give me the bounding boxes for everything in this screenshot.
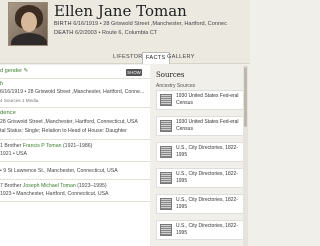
divider	[0, 161, 150, 162]
birth-event-text: 6/16/1919 • 28 Griswold Street ,Manchest…	[0, 89, 145, 95]
document-thumbnail-icon	[160, 94, 172, 106]
birth-event-label: h	[0, 81, 4, 87]
scrollbar-thumb[interactable]	[244, 67, 247, 127]
source-title[interactable]: U.S., City Directories, 1822-1995	[176, 171, 242, 184]
birth-value: 6/16/1919 • 28 Griswold Street ,Manchest…	[73, 21, 227, 27]
residence-event-label: dence	[0, 110, 16, 116]
source-title[interactable]: U.S., City Directories, 1822-1995	[176, 223, 242, 236]
death-label: DEATH	[54, 30, 74, 36]
source-title[interactable]: U.S., City Directories, 1822-1995	[176, 145, 242, 158]
birth-label: BIRTH	[54, 21, 72, 27]
divider	[0, 78, 150, 79]
source-card[interactable]: U.S., City Directories, 1822-1995	[156, 142, 244, 162]
birth-sources-count[interactable]: 4 Sources 1 Media	[0, 98, 38, 103]
brother-place: 1923 • Manchester, Hartford, Connecticut…	[0, 191, 109, 197]
edit-gender-link[interactable]: d gender ✎	[0, 68, 28, 74]
residence-event-text: 28 Griswold Street ,Manchester, Hartford…	[0, 119, 138, 125]
divider	[0, 201, 150, 202]
source-card[interactable]: U.S., City Directories, 1822-1995	[156, 194, 244, 214]
divider	[0, 139, 150, 140]
document-thumbnail-icon	[160, 120, 172, 132]
divider	[0, 107, 150, 108]
death-summary: DEATH 6/2/2003 • Route 6, Columbia CT	[54, 30, 157, 36]
ancestry-sources-subtitle: Ancestry Sources	[156, 83, 196, 89]
sources-panel: Sources Ancestry Sources 1930 United Sta…	[152, 65, 250, 246]
birth-summary: BIRTH 6/16/1919 • 28 Griswold Street ,Ma…	[54, 21, 227, 27]
residence-address: • 9 St Lawrence St., Manchester, Connect…	[0, 168, 118, 174]
brother-event: 1 Brother Francis P Toman (1921–1986)	[0, 143, 92, 149]
profile-tabs: LIFESTORY FACTS GALLERY	[0, 50, 250, 64]
document-thumbnail-icon	[160, 146, 172, 158]
divider	[0, 179, 150, 180]
document-thumbnail-icon	[160, 224, 172, 236]
document-thumbnail-icon	[160, 198, 172, 210]
scrollbar[interactable]	[243, 65, 248, 246]
sources-title: Sources	[156, 71, 185, 79]
person-name: Ellen Jane Toman	[54, 2, 187, 20]
brother-prefix: 7 Brother	[0, 183, 23, 189]
source-card[interactable]: U.S., City Directories, 1822-1995	[156, 168, 244, 188]
source-title[interactable]: U.S., City Directories, 1822-1995	[176, 197, 242, 210]
brother-prefix: 1 Brother	[0, 143, 23, 149]
brother-years: (1921–1986)	[61, 143, 93, 149]
brother-francis-link[interactable]: Francis P Toman	[23, 143, 62, 149]
person-portrait[interactable]	[8, 2, 48, 46]
source-title[interactable]: 1930 United States Fed-eral Census	[176, 119, 242, 132]
person-header: Ellen Jane Toman BIRTH 6/16/1919 • 28 Gr…	[0, 0, 250, 50]
source-card[interactable]: 1930 United States Fed-eral Census	[156, 116, 244, 136]
brother-joseph-link[interactable]: Joseph Michael Toman	[23, 183, 76, 189]
show-dropdown-button[interactable]: SHOW ▾	[126, 69, 142, 82]
facts-panel: d gender ✎ SHOW ▾ h 6/16/1919 • 28 Grisw…	[0, 65, 150, 246]
document-thumbnail-icon	[160, 172, 172, 184]
source-card[interactable]: 1930 United States Fed-eral Census	[156, 90, 244, 110]
brother-event: 7 Brother Joseph Michael Toman (1923–199…	[0, 183, 107, 189]
residence-status: tal Status: Single; Relation to Head of …	[0, 128, 127, 134]
brother-place: 1921 • USA	[0, 151, 27, 157]
tab-gallery[interactable]: GALLERY	[164, 52, 198, 62]
source-title[interactable]: 1930 United States Fed-eral Census	[176, 93, 242, 106]
death-value: 6/2/2003 • Route 6, Columbia CT	[75, 30, 158, 36]
brother-years: (1923–1995)	[75, 183, 107, 189]
source-card[interactable]: U.S., City Directories, 1822-1995	[156, 220, 244, 240]
